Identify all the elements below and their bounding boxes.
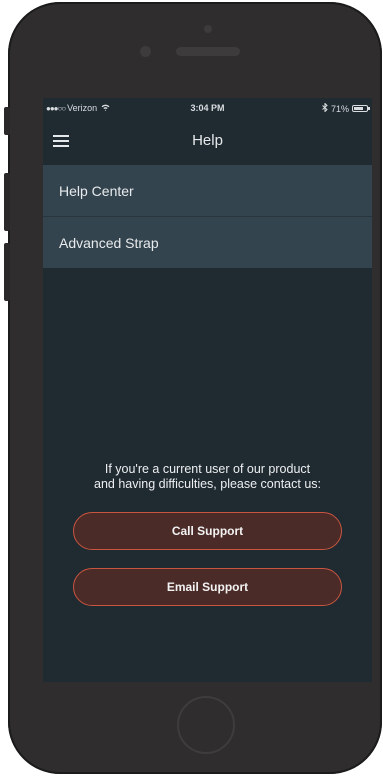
proximity-sensor	[204, 25, 212, 33]
bluetooth-icon	[322, 102, 328, 114]
earpiece-speaker	[176, 47, 240, 56]
help-menu-list: Help Center Advanced Strap	[43, 165, 372, 268]
battery-nub	[368, 107, 370, 110]
volume-up-button[interactable]	[4, 173, 10, 231]
battery-percent: 71%	[330, 103, 349, 114]
call-support-button[interactable]: Call Support	[73, 512, 342, 550]
page-title: Help	[192, 132, 223, 149]
battery-icon	[352, 105, 370, 112]
nav-bar: Help	[43, 118, 372, 162]
volume-down-button[interactable]	[4, 243, 10, 301]
status-right: 71%	[322, 102, 370, 114]
home-button[interactable]	[177, 696, 235, 754]
menu-item-help-center[interactable]: Help Center	[43, 165, 372, 216]
front-camera	[140, 46, 151, 57]
contact-message-line2: and having difficulties, please contact …	[94, 477, 321, 491]
contact-message: If you're a current user of our product …	[43, 462, 372, 492]
app-screen: ●●●○○ Verizon 3:04 PM 71% Help Help Cent…	[43, 98, 372, 682]
email-support-button[interactable]: Email Support	[73, 568, 342, 606]
phone-frame: ●●●○○ Verizon 3:04 PM 71% Help Help Cent…	[8, 2, 382, 774]
menu-item-advanced-strap[interactable]: Advanced Strap	[43, 216, 372, 268]
status-bar: ●●●○○ Verizon 3:04 PM 71%	[43, 98, 372, 118]
mute-switch[interactable]	[4, 107, 10, 135]
battery-fill	[354, 107, 363, 110]
contact-message-line1: If you're a current user of our product	[104, 462, 311, 476]
